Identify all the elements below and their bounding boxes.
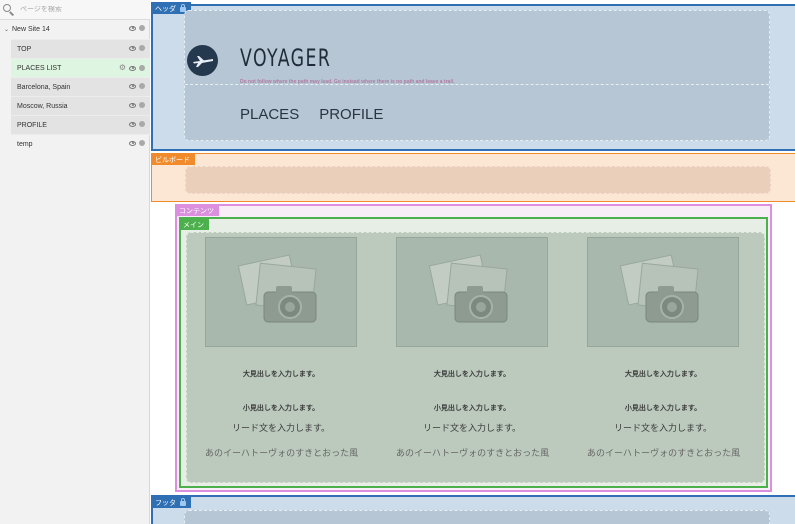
card-lead[interactable]: リード文を入力します。 [587,421,739,434]
site-title[interactable]: VOYAGER [240,44,331,72]
page-item-top[interactable]: TOP [11,39,150,58]
card-subheading[interactable]: 小見出しを入力します。 [587,403,739,413]
eye-icon[interactable] [129,121,136,127]
site-node[interactable]: ⌄ New Site 14 [0,20,150,39]
card-lead[interactable]: リード文を入力します。 [396,421,548,434]
header-box[interactable]: VOYAGER Do not follow where the path may… [184,10,770,141]
card-3[interactable]: 大見出しを入力します。 小見出しを入力します。 リード文を入力します。 あのイー… [587,237,740,459]
chevron-down-icon[interactable]: ⌄ [4,26,12,33]
page-tree: ⌄ New Site 14 TOP PLACES LIST ⚙ Barcelon… [0,20,150,153]
card-2[interactable]: 大見出しを入力します。 小見出しを入力します。 リード文を入力します。 あのイー… [396,237,549,459]
card-body[interactable]: あのイーハトーヴォのすきとおった風 [205,446,358,459]
card-1[interactable]: 大見出しを入力します。 小見出しを入力します。 リード文を入力します。 あのイー… [205,237,358,459]
page-item-label: PLACES LIST [17,64,62,72]
billboard-box[interactable] [185,166,771,194]
site-tagline[interactable]: Do not follow where the path may lead. G… [240,79,455,85]
lock-icon[interactable] [180,498,186,506]
page-item-label: PROFILE [17,121,47,129]
eye-icon[interactable] [129,25,136,31]
global-nav: PLACES PROFILE [240,106,383,123]
eye-icon[interactable] [129,65,136,71]
card-lead[interactable]: リード文を入力します。 [205,421,357,434]
image-placeholder[interactable] [587,237,739,347]
content-tag-label: コンテンツ [179,208,214,215]
eye-icon[interactable] [129,140,136,146]
page-sidebar: ⌄ New Site 14 TOP PLACES LIST ⚙ Barcelon… [0,0,150,524]
page-item-barcelona[interactable]: Barcelona, Spain [11,77,150,96]
image-placeholder[interactable] [396,237,548,347]
billboard-tag-label: ビルボード [155,157,190,164]
card-subheading[interactable]: 小見出しを入力します。 [396,403,548,413]
page-item-label: Moscow, Russia [17,102,68,110]
site-builder-app: ⌄ New Site 14 TOP PLACES LIST ⚙ Barcelon… [0,0,795,524]
status-dot-icon[interactable] [139,140,145,146]
card-heading[interactable]: 大見出しを入力します。 [205,369,357,379]
page-item-label: Barcelona, Spain [17,83,71,91]
layout-canvas: ヘッダ VOYAGER Do not follow where the path… [151,0,795,524]
eye-icon[interactable] [129,83,136,89]
airplane-icon [192,55,213,67]
camera-photo-icon [428,254,508,323]
card-heading[interactable]: 大見出しを入力します。 [396,369,548,379]
status-dot-icon[interactable] [139,65,145,71]
nav-item-profile[interactable]: PROFILE [319,106,383,123]
logo [187,45,218,76]
status-dot-icon[interactable] [139,25,145,31]
page-item-places-list[interactable]: PLACES LIST ⚙ [11,58,150,77]
page-item-temp[interactable]: temp [11,134,150,153]
status-dot-icon[interactable] [139,102,145,108]
page-item-label: temp [17,140,33,148]
eye-icon[interactable] [129,102,136,108]
page-search-bar [0,0,150,20]
page-search-input[interactable] [20,6,140,13]
billboard-region-tag[interactable]: ビルボード [151,153,195,165]
page-item-label: TOP [17,45,32,53]
main-region-tag[interactable]: メイン [179,218,209,230]
status-dot-icon[interactable] [139,83,145,89]
card-body[interactable]: あのイーハトーヴォのすきとおった風 [587,446,740,459]
footer-region-tag[interactable]: フッタ [151,496,191,508]
status-dot-icon[interactable] [139,121,145,127]
image-placeholder[interactable] [205,237,357,347]
footer-tag-label: フッタ [155,500,176,507]
nav-item-places[interactable]: PLACES [240,106,299,123]
camera-photo-icon [237,254,317,323]
main-tag-label: メイン [183,222,204,229]
page-item-moscow[interactable]: Moscow, Russia [11,96,150,115]
content-region-tag[interactable]: コンテンツ [175,204,219,216]
eye-icon[interactable] [129,45,136,51]
card-subheading[interactable]: 小見出しを入力します。 [205,403,357,413]
page-item-profile[interactable]: PROFILE [11,115,150,134]
site-name: New Site 14 [12,26,50,33]
status-dot-icon[interactable] [139,45,145,51]
footer-box[interactable] [184,510,770,524]
camera-photo-icon [619,254,699,323]
search-icon[interactable] [3,3,15,16]
gear-icon[interactable]: ⚙ [119,64,126,72]
header-tag-label: ヘッダ [155,6,176,13]
card-body[interactable]: あのイーハトーヴォのすきとおった風 [396,446,549,459]
card-heading[interactable]: 大見出しを入力します。 [587,369,739,379]
